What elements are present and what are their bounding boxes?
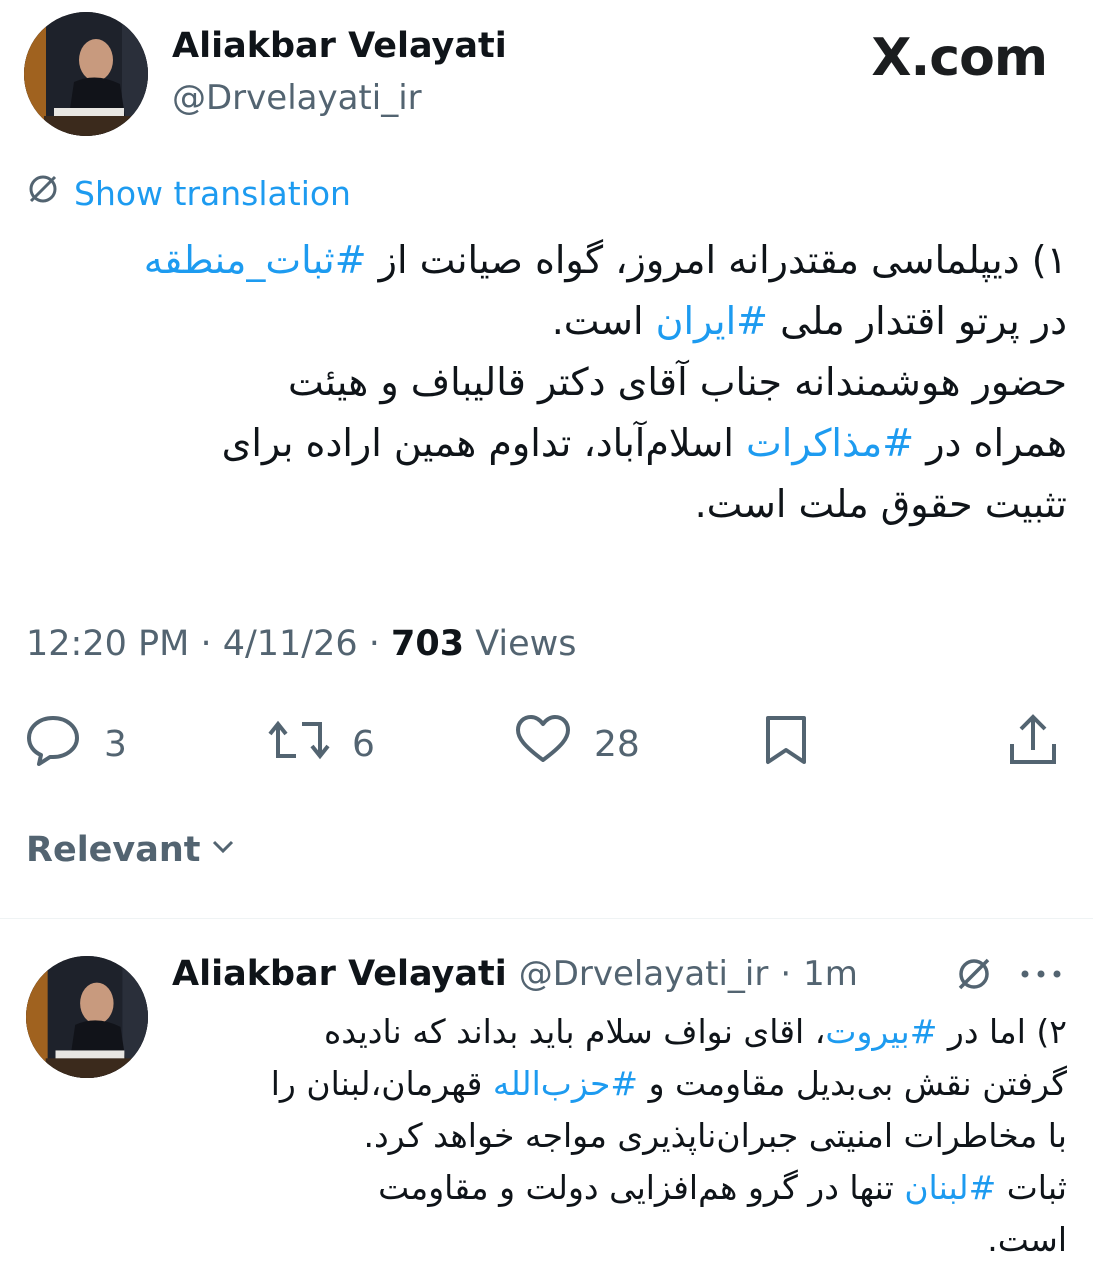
show-translation-button[interactable]: Show translation: [26, 172, 351, 214]
repost-count: 6: [352, 724, 375, 765]
views-count: 703: [391, 624, 465, 664]
tweet-text: ۱) دیپلماسی مقتدرانه امروز، گواه صیانت ا…: [27, 230, 1067, 535]
text-segment: ثبات: [996, 1168, 1067, 1207]
translate-icon: [954, 958, 994, 998]
like-icon: [514, 712, 572, 777]
text-segment: ۲) اما در: [937, 1012, 1067, 1051]
tweet-text-line: همراه در #مذاکرات اسلام‌آباد، تداوم همین…: [27, 413, 1067, 474]
author-handle[interactable]: @Drvelayati_ir: [172, 78, 422, 118]
sort-label: Relevant: [26, 830, 201, 870]
reply-text-line: با مخاطرات امنیتی جبران‌ناپذیری مواجه خو…: [187, 1110, 1067, 1162]
share-button[interactable]: [1006, 712, 1060, 772]
views-label: Views: [475, 624, 577, 664]
reply-button[interactable]: 3: [24, 712, 127, 777]
text-segment: است.: [987, 1220, 1067, 1259]
share-icon: [1006, 714, 1060, 772]
text-segment: اسلام‌آباد، تداوم همین اراده برای: [221, 421, 747, 465]
text-segment: همراه در: [914, 421, 1067, 465]
avatar-photo: [26, 956, 148, 1078]
hashtag-link[interactable]: #لبنان: [904, 1168, 996, 1207]
hashtag-link[interactable]: #مذاکرات: [746, 421, 914, 465]
reply-text-line: ۲) اما در #بیروت، اقای نواف سلام باید بد…: [187, 1006, 1067, 1058]
tweet-text-line: تثبیت حقوق ملت است.: [27, 474, 1067, 535]
text-segment: تثبیت حقوق ملت است.: [694, 482, 1067, 526]
like-button[interactable]: 28: [514, 712, 640, 777]
site-logo: X.com: [871, 28, 1048, 88]
translate-icon: [26, 172, 60, 214]
hashtag-link[interactable]: #حزب‌الله: [493, 1064, 638, 1103]
tweet-time[interactable]: 12:20 PM: [26, 624, 189, 664]
avatar-photo: [24, 12, 148, 136]
reply-time[interactable]: 1m: [803, 954, 858, 994]
text-segment: گرفتن نقش بی‌بدیل مقاومت و: [638, 1064, 1067, 1103]
text-segment: ، اقای نواف سلام باید بداند که نادیده: [324, 1012, 826, 1051]
tweet-text-line: در پرتو اقتدار ملی #ایران است.: [27, 291, 1067, 352]
sort-dropdown[interactable]: Relevant: [26, 830, 237, 870]
more-options-button[interactable]: [1018, 964, 1064, 988]
text-segment: تنها در گرو هم‌افزایی دولت و مقاومت: [378, 1168, 905, 1207]
bookmark-button[interactable]: [762, 714, 810, 770]
text-segment: ۱) دیپلماسی مقتدرانه امروز، گواه صیانت ا…: [366, 238, 1067, 282]
reply-count: 3: [104, 724, 127, 765]
hashtag-link[interactable]: #بیروت: [825, 1012, 937, 1051]
hashtag-link[interactable]: #ایران: [656, 299, 768, 343]
repost-button[interactable]: 6: [268, 712, 375, 777]
reply-icon: [24, 712, 82, 777]
bookmark-icon: [762, 716, 810, 770]
author-name[interactable]: Aliakbar Velayati: [172, 26, 507, 66]
more-icon: [1018, 969, 1064, 988]
reply-text-line: ثبات #لبنان تنها در گرو هم‌افزایی دولت و…: [187, 1162, 1067, 1214]
reply-author-name[interactable]: Aliakbar Velayati: [172, 954, 507, 994]
reply-author-handle[interactable]: @Drvelayati_ir: [519, 954, 769, 994]
text-segment: است.: [551, 299, 656, 343]
reply-author-avatar[interactable]: [26, 956, 148, 1078]
section-divider: [0, 918, 1093, 919]
text-segment: قهرمان،لبنان را: [270, 1064, 493, 1103]
tweet-date[interactable]: 4/11/26: [223, 624, 358, 664]
reply-tweet-text: ۲) اما در #بیروت، اقای نواف سلام باید بد…: [187, 1006, 1067, 1266]
repost-icon: [268, 712, 330, 777]
tweet-text-line: حضور هوشمندانه جناب آقای دکتر قالیباف و …: [27, 352, 1067, 413]
chevron-down-icon: [209, 830, 237, 870]
tweet-text-line: ۱) دیپلماسی مقتدرانه امروز، گواه صیانت ا…: [27, 230, 1067, 291]
text-segment: در پرتو اقتدار ملی: [768, 299, 1067, 343]
tweet-meta: 12:20 PM · 4/11/26 · 703 Views: [26, 624, 577, 664]
text-segment: با مخاطرات امنیتی جبران‌ناپذیری مواجه خو…: [363, 1116, 1067, 1155]
author-avatar[interactable]: [24, 12, 148, 136]
reply-text-line: گرفتن نقش بی‌بدیل مقاومت و #حزب‌الله قهر…: [187, 1058, 1067, 1110]
show-translation-label: Show translation: [74, 173, 351, 213]
reply-translate-button[interactable]: [954, 954, 994, 998]
reply-text-line: است.: [187, 1214, 1067, 1266]
like-count: 28: [594, 724, 640, 765]
reply-header: Aliakbar Velayati @Drvelayati_ir · 1m: [172, 954, 858, 994]
text-segment: حضور هوشمندانه جناب آقای دکتر قالیباف و …: [287, 360, 1067, 404]
hashtag-link[interactable]: #ثبات_منطقه: [144, 238, 367, 282]
